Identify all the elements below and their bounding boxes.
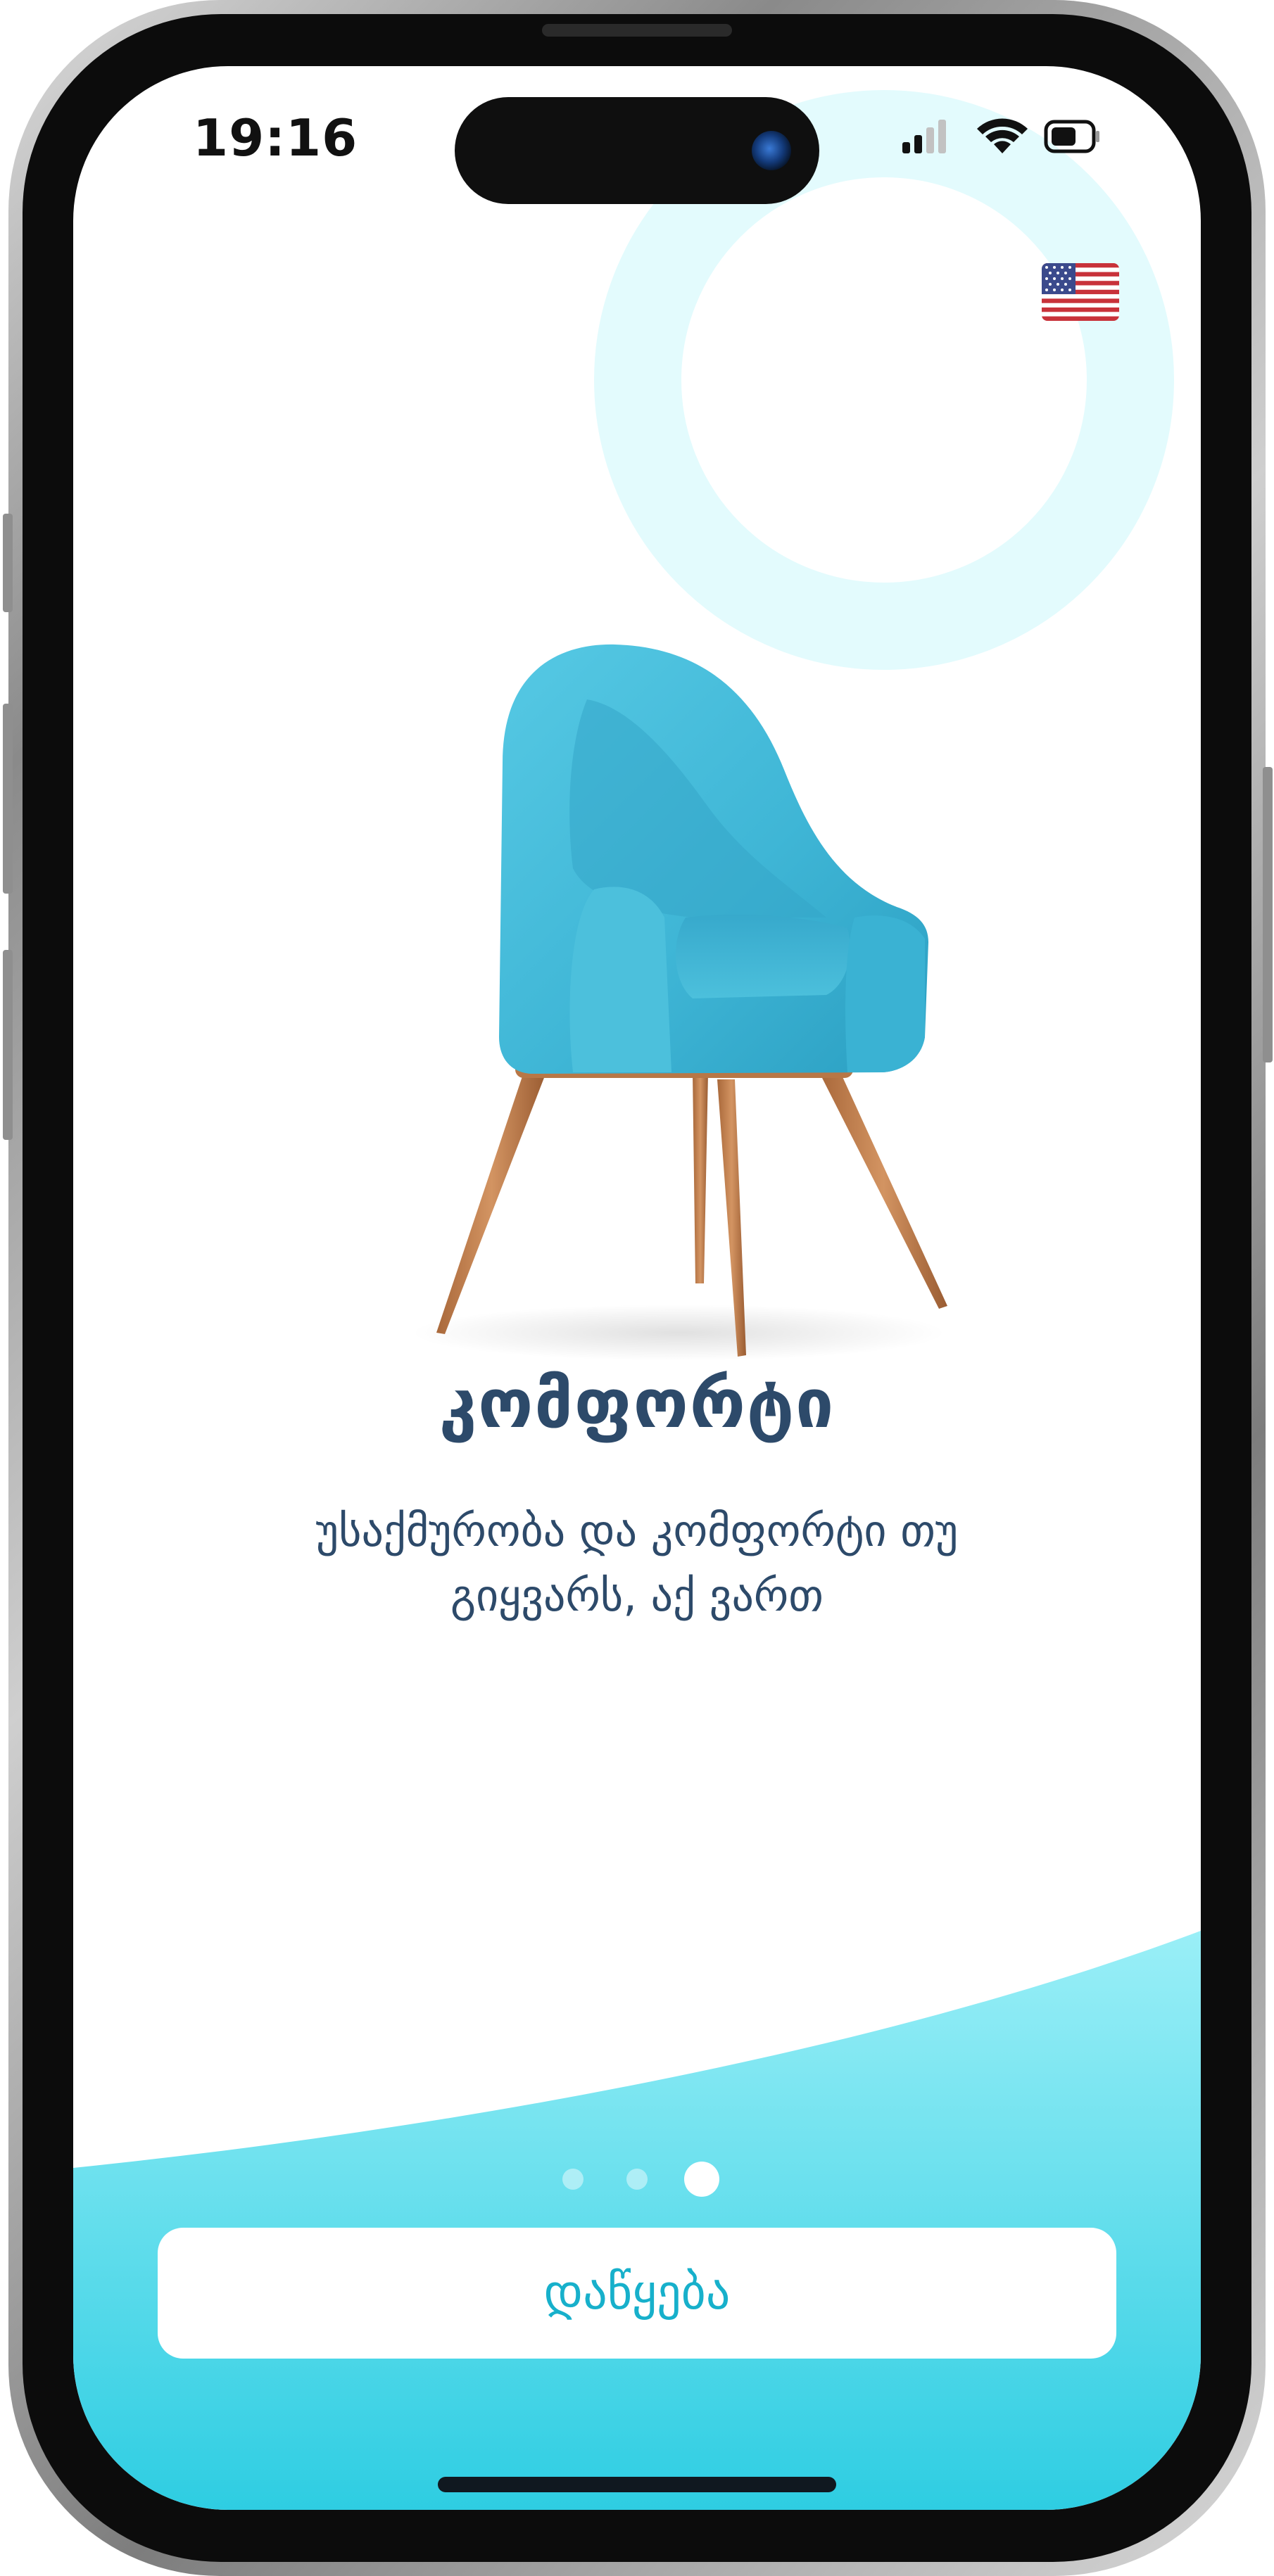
cellular-signal-icon	[902, 120, 946, 153]
power-button	[1263, 767, 1273, 1062]
start-button[interactable]: დაწყება	[158, 2228, 1116, 2359]
onboarding-screen: 19:16 კომფორტი უსაქმურობა და კომფორტი თუ…	[73, 66, 1201, 2510]
volume-down-button	[3, 950, 13, 1140]
front-camera-icon	[752, 131, 791, 170]
volume-up-button	[3, 704, 13, 894]
earpiece-speaker	[542, 24, 732, 37]
status-icons	[902, 118, 1099, 153]
home-indicator[interactable]	[438, 2477, 836, 2492]
us-flag-icon[interactable]	[1042, 263, 1119, 321]
onboarding-description: უსაქმურობა და კომფორტი თუ გიყვარს, აქ ვა…	[315, 1505, 959, 1621]
page-dot-1[interactable]	[562, 2169, 584, 2190]
page-dot-2[interactable]	[626, 2169, 648, 2190]
dynamic-island	[455, 97, 819, 204]
page-dot-3-active[interactable]	[684, 2162, 719, 2197]
battery-icon	[1044, 120, 1099, 153]
onboarding-title: კომფორტი	[439, 1364, 835, 1443]
armchair-icon	[411, 644, 947, 1361]
wifi-icon	[977, 118, 1028, 153]
action-button	[3, 514, 13, 612]
status-time: 19:16	[193, 108, 358, 167]
bottom-wave	[73, 1931, 1201, 2510]
